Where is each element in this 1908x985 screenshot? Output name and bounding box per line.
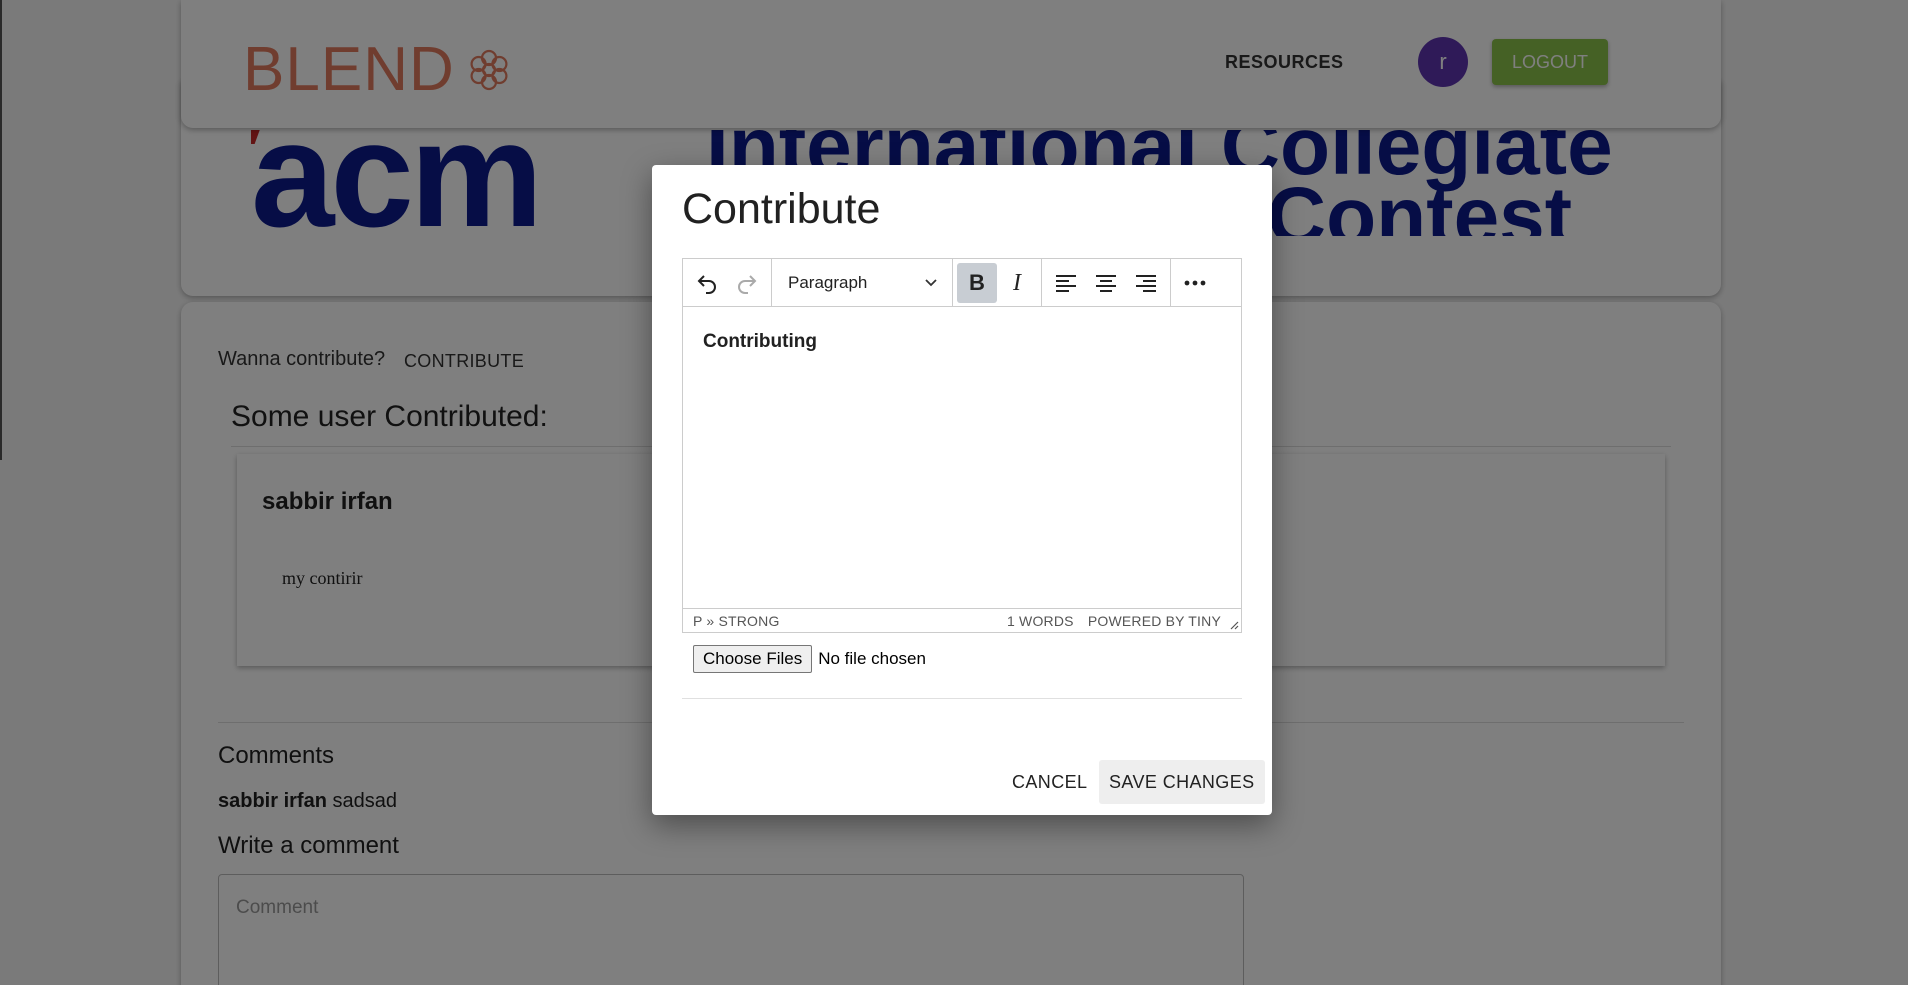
editor-content[interactable]: Contributing: [683, 307, 1241, 607]
align-center-button[interactable]: [1086, 263, 1126, 303]
dialog-title: Contribute: [682, 185, 881, 233]
status-right: 1 WORDS POWERED BY TINY: [997, 613, 1221, 629]
save-changes-button[interactable]: SAVE CHANGES: [1099, 760, 1265, 804]
resize-handle-icon[interactable]: [1229, 620, 1239, 630]
bold-button[interactable]: B: [957, 263, 997, 303]
align-left-icon: [1056, 275, 1076, 292]
align-right-button[interactable]: [1126, 263, 1166, 303]
italic-icon: I: [1013, 269, 1021, 296]
bold-icon: B: [969, 270, 985, 295]
file-status: No file chosen: [818, 649, 926, 668]
file-upload: Choose Files No file chosen: [693, 645, 926, 673]
redo-icon: [738, 275, 757, 294]
editor-statusbar: P » STRONG 1 WORDS POWERED BY TINY: [683, 608, 1241, 632]
align-left-button[interactable]: [1046, 263, 1086, 303]
powered-by-link[interactable]: POWERED BY TINY: [1088, 613, 1221, 629]
style-group: B I: [953, 259, 1042, 307]
more-group: [1171, 259, 1219, 307]
chevron-down-icon: [925, 279, 937, 287]
more-button[interactable]: [1175, 263, 1215, 303]
more-icon: [1184, 280, 1206, 286]
contribute-dialog: Contribute Paragraph B I Contributing P …: [652, 165, 1272, 815]
undo-icon: [697, 275, 716, 294]
redo-button[interactable]: [727, 263, 767, 303]
rich-text-editor: Paragraph B I Contributing P » STRONG 1 …: [682, 258, 1242, 633]
cancel-button[interactable]: CANCEL: [1004, 760, 1095, 804]
divider: [682, 698, 1242, 699]
undo-button[interactable]: [687, 263, 727, 303]
block-format-value: Paragraph: [788, 273, 868, 292]
choose-files-button[interactable]: Choose Files: [693, 645, 813, 673]
align-center-icon: [1096, 275, 1116, 292]
element-path[interactable]: P » STRONG: [693, 613, 780, 629]
editor-toolbar: Paragraph B I: [683, 259, 1241, 307]
word-count[interactable]: 1 WORDS: [1007, 613, 1074, 629]
history-group: [683, 259, 772, 307]
format-group: Paragraph: [772, 259, 953, 307]
align-right-icon: [1136, 275, 1156, 292]
italic-button[interactable]: I: [997, 263, 1037, 303]
align-group: [1042, 259, 1171, 307]
block-format-select[interactable]: Paragraph: [776, 263, 948, 303]
editor-text: Contributing: [703, 331, 817, 352]
